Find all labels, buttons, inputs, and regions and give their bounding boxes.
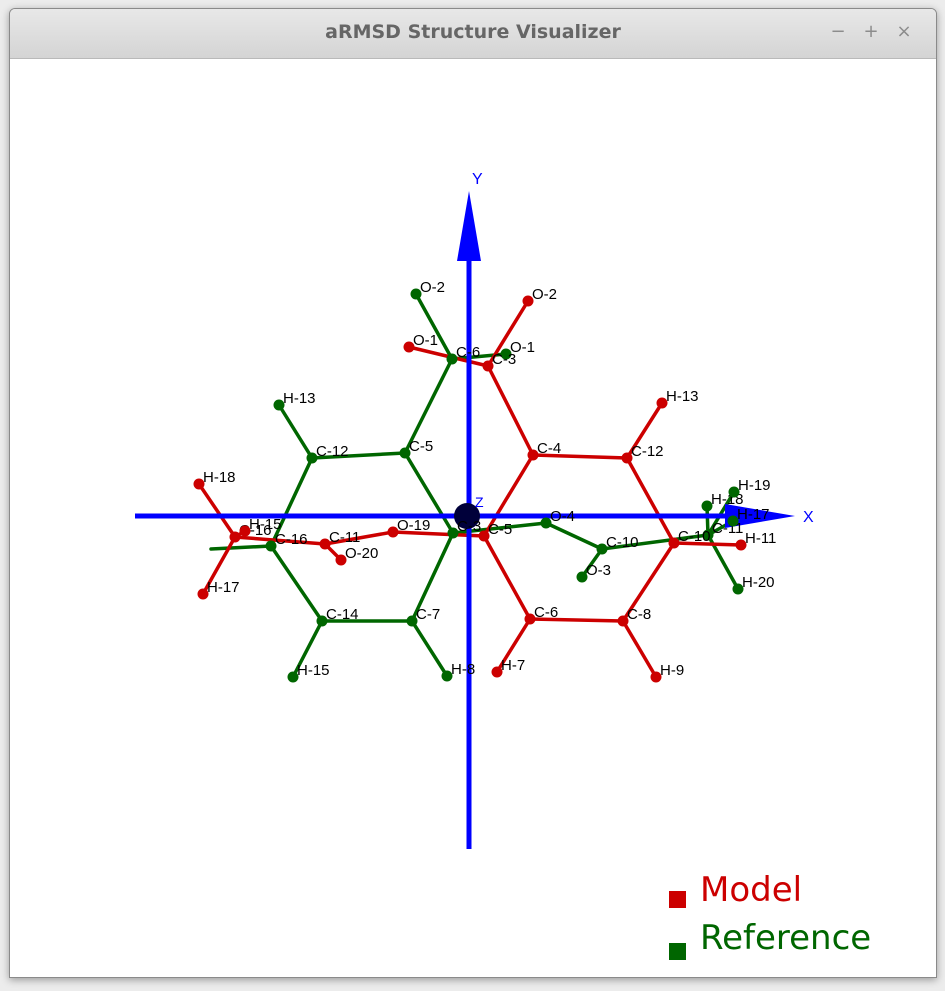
reference-atom-label: C-7 [416,606,440,623]
model-bond [625,456,676,545]
reference-atom-label: C-16 [275,531,308,548]
reference-atom-label: C-5 [409,438,433,455]
model-atom-label: H-17 [207,579,240,596]
model-atom-label: C-3 [492,351,516,368]
reference-atom-label: H-15 [297,662,330,679]
model-atom-label: C-8 [627,606,651,623]
model-atom-label: C-10 [678,528,711,545]
reference-atom-label: H-19 [738,477,771,494]
reference-atom-label: C-10 [606,534,639,551]
title-bar[interactable]: aRMSD Structure Visualizer − + × [10,9,936,59]
model-atom-label: O-1 [413,332,438,349]
reference-atom-label: C-12 [316,443,349,460]
legend: Model Reference [669,870,871,960]
reference-atom-label: H-13 [283,390,316,407]
model-bond [621,619,658,679]
model-atom-label: C-11 [329,529,360,546]
window-title: aRMSD Structure Visualizer [325,21,621,43]
reference-bond [410,619,449,678]
model-atom-label: H-18 [203,469,236,486]
legend-reference-swatch [669,943,686,960]
reference-atom-label: C-6 [456,344,480,361]
molecule-scene[interactable]: Y X Z O-2 O-1 C-6 C-5 C-12 H-13 C-16 C-14 H-15 C-… [10,59,936,977]
visualizer-window: aRMSD Structure Visualizer − + × Y X Z O… [9,8,937,978]
reference-atom-label: O-2 [420,279,445,296]
minimize-icon[interactable]: − [828,22,848,42]
model-atom-label: O-19 [397,517,430,534]
x-axis-label: X [803,509,814,526]
reference-atom-label: O-3 [586,562,611,579]
reference-atom-label: O-4 [550,508,575,525]
model-bond [486,364,535,457]
maximize-icon[interactable]: + [861,22,881,42]
model-atom-label: H-15 [249,516,282,533]
reference-atom-label: C-3 [457,518,481,535]
reference-atom-label: C-14 [326,606,359,623]
model-atom-label: C-6 [534,604,558,621]
legend-model-swatch [669,891,686,908]
axes: Y X Z [135,171,814,849]
reference-atom-label: H-20 [742,574,775,591]
z-axis-label: Z [475,494,484,510]
reference-bond [277,403,314,460]
reference-bond [544,521,604,551]
reference-atom-label: H-17 [737,506,770,523]
model-atom-label: H-7 [501,657,525,674]
model-atom-label: C-5 [488,521,512,538]
model-atom-label: H-13 [666,388,699,405]
model-atom-label: H-9 [660,662,684,679]
reference-atom-label: H-8 [451,661,475,678]
legend-model-label: Model [700,870,802,910]
close-icon[interactable]: × [894,22,914,42]
reference-bond [209,544,273,551]
model-atom-label: O-2 [532,286,557,303]
model-atom-label: H-11 [745,530,776,547]
reference-bond [269,544,324,623]
legend-reference-label: Reference [700,918,871,958]
render-canvas[interactable]: Y X Z O-2 O-1 C-6 C-5 C-12 H-13 C-16 C-14 H-15 C-… [10,59,936,977]
model-atom-label: C-12 [631,443,664,460]
model-bond [482,534,532,621]
model-bond [197,482,237,539]
model-atom-label: O-20 [345,545,378,562]
model-atom-label: C-4 [537,440,561,457]
y-axis-label: Y [472,171,483,188]
y-axis-arrow [457,191,481,261]
